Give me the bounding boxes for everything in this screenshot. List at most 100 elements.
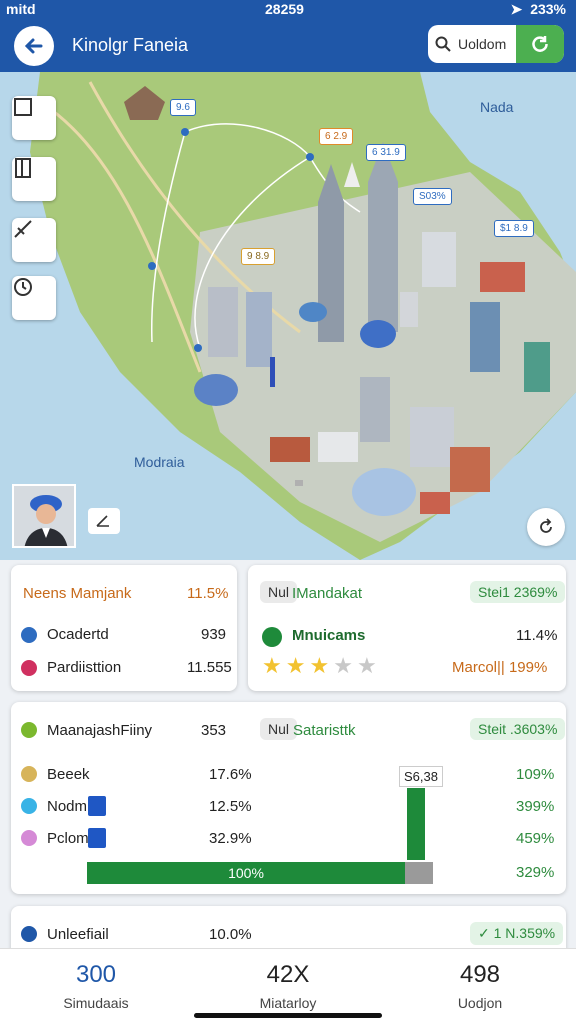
stat-value: 498	[459, 961, 501, 988]
battery-label: 233%	[530, 1, 566, 17]
blue-dot-icon	[21, 798, 37, 814]
row-label: Ocadertd	[47, 626, 109, 643]
map-illustration	[30, 72, 576, 560]
avatar[interactable]	[12, 484, 76, 548]
card-title-value: 11.5%	[187, 585, 229, 602]
layers-tool-button[interactable]	[12, 96, 56, 140]
refresh-button[interactable]	[516, 25, 564, 63]
bar-base	[405, 862, 433, 884]
card-title: MaanajashFiiny	[47, 722, 153, 739]
row-value: 939	[201, 626, 227, 643]
stat-label: Simudaais	[63, 995, 129, 1011]
row-label: Pclom	[47, 830, 89, 847]
arrow-left-icon	[24, 38, 43, 54]
blue-dot-icon	[21, 627, 37, 643]
card-title-value: 353	[201, 722, 227, 739]
row-value: 11.4%	[516, 627, 558, 644]
stat-value: 300	[75, 961, 117, 988]
row-label: Nodm	[47, 798, 88, 815]
vertical-bar	[407, 788, 425, 860]
star-icon[interactable]: ★	[309, 653, 333, 678]
card-title-value: 10.0%	[209, 926, 252, 943]
rotate-icon	[540, 518, 552, 533]
green-dot-icon	[21, 722, 37, 738]
rating-card[interactable]: Nul IMandakat Stei1 2369% Mnuicams 11.4%…	[248, 565, 566, 691]
back-button[interactable]	[14, 26, 54, 66]
map-pin[interactable]: $1 8.9	[494, 220, 534, 237]
city-map[interactable]: Nada Modraia 9.6 6 2.9 6 31.9 9 8.9 S03%…	[0, 72, 576, 560]
book-icon	[15, 158, 31, 178]
row-right-value: 109%	[516, 766, 555, 783]
search-icon	[428, 36, 458, 52]
clock-icon	[14, 278, 32, 296]
card-title: Sataristtk	[293, 722, 356, 739]
status-chip: Stei1 2369%	[470, 581, 566, 603]
home-indicator	[194, 1013, 382, 1018]
pink-dot-icon	[21, 660, 37, 676]
color-swatch	[88, 828, 106, 848]
map-region-label: Nada	[480, 99, 514, 115]
measure-tool-button[interactable]	[12, 218, 56, 262]
color-swatch	[88, 796, 106, 816]
summary-card[interactable]: Neens Mamjank 11.5% Ocadertd 939 Pardiis…	[11, 565, 237, 691]
page-title: Kinolgr Faneia	[72, 35, 189, 55]
status-time: 28259	[265, 1, 304, 17]
star-icon[interactable]: ★	[333, 653, 357, 678]
progress-label: 100%	[228, 865, 264, 881]
search-input[interactable]: Uoldom	[458, 36, 516, 52]
blue-dot-icon	[21, 926, 37, 942]
stat-item[interactable]: 42X Miatarloy	[192, 961, 384, 1011]
book-tool-button[interactable]	[12, 157, 56, 201]
search-box[interactable]: Uoldom	[428, 25, 564, 63]
stat-label: Miatarloy	[259, 995, 317, 1011]
square-icon	[14, 98, 32, 116]
row-label: Beeek	[47, 766, 90, 783]
progress-bar: 100%	[87, 862, 405, 884]
history-tool-button[interactable]	[12, 276, 56, 320]
star-icon[interactable]: ★	[357, 653, 381, 678]
row-value: 12.5%	[209, 798, 252, 815]
map-region-label: Modraia	[134, 454, 185, 470]
rotate-button[interactable]	[527, 508, 565, 546]
stat-item[interactable]: 498 Uodjon	[384, 961, 576, 1011]
stat-label: Uodjon	[457, 995, 503, 1011]
progress-fill: 100%	[87, 862, 405, 884]
statistics-card[interactable]: MaanajashFiiny 353 Nul Sataristtk Steit …	[11, 702, 566, 894]
stat-item[interactable]: 300 Simudaais	[0, 961, 192, 1011]
row-value: 11.555	[187, 659, 232, 676]
pencil-icon	[96, 515, 109, 527]
map-pin[interactable]: 9.6	[170, 99, 196, 116]
yellow-dot-icon	[21, 766, 37, 782]
edit-button[interactable]	[88, 508, 120, 534]
status-bar: mitd 28259 ➤ 233%	[0, 0, 576, 18]
map-pin[interactable]: S03%	[413, 188, 452, 205]
card-title: Neens Mamjank	[23, 585, 132, 602]
stat-value: 42X	[266, 961, 310, 988]
star-icon[interactable]: ★	[286, 653, 310, 678]
row-value: 17.6%	[209, 766, 252, 783]
location-icon: ➤	[510, 1, 523, 17]
user-photo	[14, 486, 74, 546]
card-title: IMandakat	[292, 585, 363, 602]
purple-dot-icon	[21, 830, 37, 846]
row-right-value: 399%	[516, 798, 555, 815]
star-icon[interactable]: ★	[262, 653, 286, 678]
map-pin[interactable]: 6 31.9	[366, 144, 406, 161]
card-title: Unleefiail	[47, 926, 109, 943]
row-right-value: 459%	[516, 830, 555, 847]
star-rating[interactable]: ★★★★★	[262, 653, 381, 679]
map-pin[interactable]: 6 2.9	[319, 128, 354, 145]
app-header: mitd 28259 ➤ 233% Kinolgr Faneia Uoldom	[0, 0, 576, 72]
bar-label: S6,38	[399, 766, 443, 787]
status-chip: Steit .3603%	[470, 718, 566, 740]
ruler-icon	[14, 220, 32, 238]
carrier-label: mitd	[6, 1, 36, 17]
row-label: Mnuicams	[292, 627, 366, 644]
status-chip: ✓ 1 N.359%	[470, 922, 564, 945]
progress-right-value: 329%	[516, 864, 555, 881]
rating-label: Marcol|| 199%	[452, 659, 548, 676]
row-label: Pardiisttion	[47, 659, 122, 676]
refresh-icon	[532, 36, 548, 52]
row-value: 32.9%	[209, 830, 252, 847]
map-pin[interactable]: 9 8.9	[241, 248, 276, 265]
